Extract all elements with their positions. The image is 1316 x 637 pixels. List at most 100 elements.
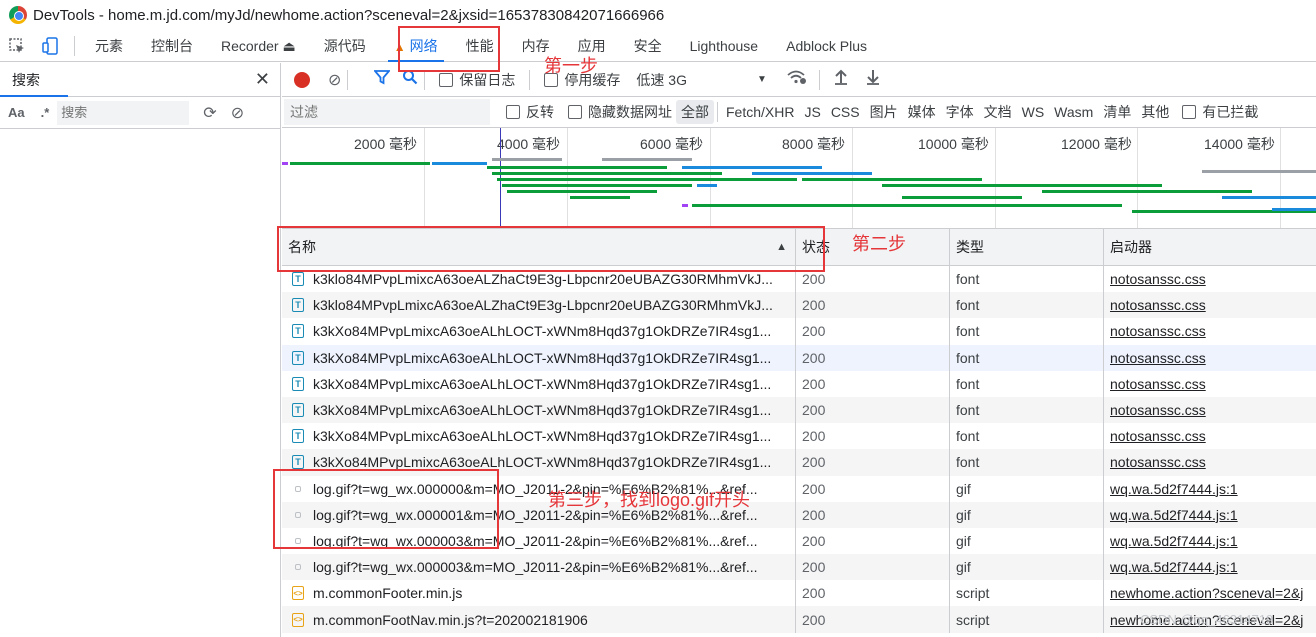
tab-sources[interactable]: 源代码 (310, 30, 380, 62)
devtools-tabbar: 元素 控制台 Recorder ⏏ 源代码 ▲ 网络 性能 内存 应用 安全 Li… (0, 30, 1316, 62)
cell-status: 200 (796, 580, 950, 607)
filter-input[interactable] (284, 99, 490, 125)
timeline-bar (290, 162, 430, 165)
regex-button[interactable]: .* (33, 105, 58, 120)
tab-console[interactable]: 控制台 (137, 30, 207, 62)
script-file-icon: <> (292, 586, 304, 601)
search-icon[interactable] (402, 69, 418, 90)
toolbar-divider (717, 102, 718, 122)
checkbox-box[interactable] (439, 72, 454, 87)
preserve-log-checkbox[interactable]: 保留日志 (439, 70, 515, 90)
table-row[interactable]: T k3kXo84MPvpLmixcA63oeALhLOCT-xWNm8Hqd3… (282, 396, 1316, 424)
table-row[interactable]: T k3kXo84MPvpLmixcA63oeALhLOCT-xWNm8Hqd3… (282, 423, 1316, 450)
initiator-link[interactable]: notosanssc.css (1110, 271, 1206, 287)
cell-name[interactable]: T k3kXo84MPvpLmixcA63oeALhLOCT-xWNm8Hqd3… (282, 318, 796, 345)
checkbox-box[interactable] (506, 105, 520, 119)
request-name: k3kXo84MPvpLmixcA63oeALhLOCT-xWNm8Hqd37g… (313, 428, 772, 445)
initiator-link[interactable]: notosanssc.css (1110, 297, 1206, 313)
export-har-icon[interactable] (866, 69, 880, 90)
filter-type-other[interactable]: 其他 (1136, 100, 1174, 124)
table-row[interactable]: T k3kXo84MPvpLmixcA63oeALhLOCT-xWNm8Hqd3… (282, 344, 1316, 371)
initiator-link[interactable]: wq.wa.5d2f7444.js:1 (1110, 533, 1238, 549)
hide-data-urls-label: 隐藏数据网址 (588, 104, 672, 120)
window-titlebar: DevTools - home.m.jd.com/myJd/newhome.ac… (0, 0, 1316, 30)
checkbox-box[interactable] (568, 105, 582, 119)
table-row[interactable]: <> m.commonFooter.min.js 200 script newh… (282, 580, 1316, 607)
cell-status: 200 (796, 554, 950, 581)
search-panel-title[interactable]: 搜索 (12, 70, 40, 90)
cell-type: script (950, 606, 1104, 633)
filter-type-css[interactable]: CSS (826, 102, 865, 122)
close-icon[interactable]: ✕ (255, 69, 270, 90)
clear-log-icon[interactable]: ⊘ (328, 70, 341, 90)
cell-name[interactable]: T k3klo84MPvpLmixcA63oeALZhaCt9E3g-Lbpcn… (282, 292, 796, 319)
inspect-element-icon[interactable] (0, 30, 34, 62)
hide-data-urls-checkbox[interactable]: 隐藏数据网址 (568, 102, 672, 122)
request-table: 名称 ▲ 状态 类型 启动器 T k3klo84MPvpLmixcA63oeAL… (282, 229, 1316, 637)
filter-type-fetch-xhr[interactable]: Fetch/XHR (721, 102, 799, 122)
initiator-link[interactable]: notosanssc.css (1110, 402, 1206, 418)
initiator-link[interactable]: notosanssc.css (1110, 428, 1206, 444)
initiator-link[interactable]: notosanssc.css (1110, 350, 1206, 366)
cell-name[interactable]: T k3kXo84MPvpLmixcA63oeALhLOCT-xWNm8Hqd3… (282, 396, 796, 424)
filter-type-wasm[interactable]: Wasm (1049, 102, 1098, 122)
tab-adblock-plus[interactable]: Adblock Plus (772, 30, 881, 62)
tab-security[interactable]: 安全 (620, 30, 676, 62)
cell-name[interactable]: log.gif?t=wg_wx.000003&m=MO_J2011-2&pin=… (282, 554, 796, 581)
font-file-icon: T (292, 376, 304, 391)
import-har-icon[interactable] (834, 69, 848, 90)
column-header-type[interactable]: 类型 (950, 229, 1104, 266)
invert-checkbox[interactable]: 反转 (506, 102, 554, 122)
table-row[interactable]: T k3klo84MPvpLmixcA63oeALZhaCt9E3g-Lbpcn… (282, 292, 1316, 319)
initiator-link[interactable]: newhome.action?sceneval=2&j (1110, 585, 1303, 601)
clear-icon[interactable]: ⊘ (231, 103, 244, 123)
cell-initiator: notosanssc.css (1104, 318, 1316, 344)
table-row[interactable]: T k3kXo84MPvpLmixcA63oeALhLOCT-xWNm8Hqd3… (282, 370, 1316, 397)
network-overview[interactable]: 2000 毫秒 4000 毫秒 6000 毫秒 8000 毫秒 10000 毫秒… (282, 128, 1316, 229)
preserve-log-label: 保留日志 (459, 71, 516, 88)
timeline-bar (902, 196, 1022, 199)
filter-type-ws[interactable]: WS (1017, 102, 1050, 122)
font-file-icon: T (292, 324, 304, 339)
initiator-link[interactable]: wq.wa.5d2f7444.js:1 (1110, 559, 1238, 575)
filter-type-all[interactable]: 全部 (676, 100, 714, 124)
checkbox-box[interactable] (1182, 105, 1197, 119)
timeline-bar (1042, 190, 1252, 193)
cell-name[interactable]: <> m.commonFootNav.min.js?t=202002181906 (282, 606, 796, 633)
request-name: m.commonFootNav.min.js?t=202002181906 (313, 611, 588, 628)
filter-type-js[interactable]: JS (799, 102, 825, 122)
filter-type-doc[interactable]: 文档 (979, 100, 1017, 124)
tab-lighthouse[interactable]: Lighthouse (676, 30, 773, 62)
tab-elements[interactable]: 元素 (81, 30, 137, 62)
match-case-button[interactable]: Aa (0, 105, 33, 120)
timeline-bar (602, 158, 692, 161)
table-row[interactable]: log.gif?t=wg_wx.000003&m=MO_J2011-2&pin=… (282, 554, 1316, 581)
cell-status: 200 (796, 396, 950, 424)
timeline-bar (497, 178, 797, 181)
cell-name[interactable]: T k3kXo84MPvpLmixcA63oeALhLOCT-xWNm8Hqd3… (282, 344, 796, 371)
blocked-requests-checkbox[interactable]: 有已拦截 (1182, 102, 1258, 122)
refresh-icon[interactable]: ⟳ (203, 103, 216, 123)
cell-name[interactable]: <> m.commonFooter.min.js (282, 580, 796, 607)
initiator-link[interactable]: wq.wa.5d2f7444.js:1 (1110, 507, 1238, 523)
initiator-link[interactable]: wq.wa.5d2f7444.js:1 (1110, 481, 1238, 497)
table-row[interactable]: T k3kXo84MPvpLmixcA63oeALhLOCT-xWNm8Hqd3… (282, 318, 1316, 345)
tab-recorder[interactable]: Recorder ⏏ (207, 30, 310, 62)
cell-name[interactable]: T k3kXo84MPvpLmixcA63oeALhLOCT-xWNm8Hqd3… (282, 423, 796, 450)
record-button[interactable] (294, 71, 310, 88)
filter-icon[interactable] (373, 69, 392, 90)
font-file-icon: T (292, 272, 304, 287)
initiator-link[interactable]: notosanssc.css (1110, 376, 1206, 392)
filter-type-media[interactable]: 媒体 (903, 100, 941, 124)
filter-type-img[interactable]: 图片 (865, 100, 903, 124)
column-header-initiator[interactable]: 启动器 (1104, 229, 1316, 266)
filter-type-manifest[interactable]: 清单 (1098, 100, 1136, 124)
throttling-select[interactable]: 低速 3G ▼ (636, 70, 766, 90)
initiator-link[interactable]: notosanssc.css (1110, 323, 1206, 339)
network-conditions-icon[interactable] (787, 69, 807, 90)
search-input[interactable] (57, 100, 190, 125)
device-toolbar-icon[interactable] (34, 30, 68, 62)
initiator-link[interactable]: notosanssc.css (1110, 454, 1206, 470)
filter-type-font[interactable]: 字体 (941, 100, 979, 124)
cell-name[interactable]: T k3kXo84MPvpLmixcA63oeALhLOCT-xWNm8Hqd3… (282, 370, 796, 397)
